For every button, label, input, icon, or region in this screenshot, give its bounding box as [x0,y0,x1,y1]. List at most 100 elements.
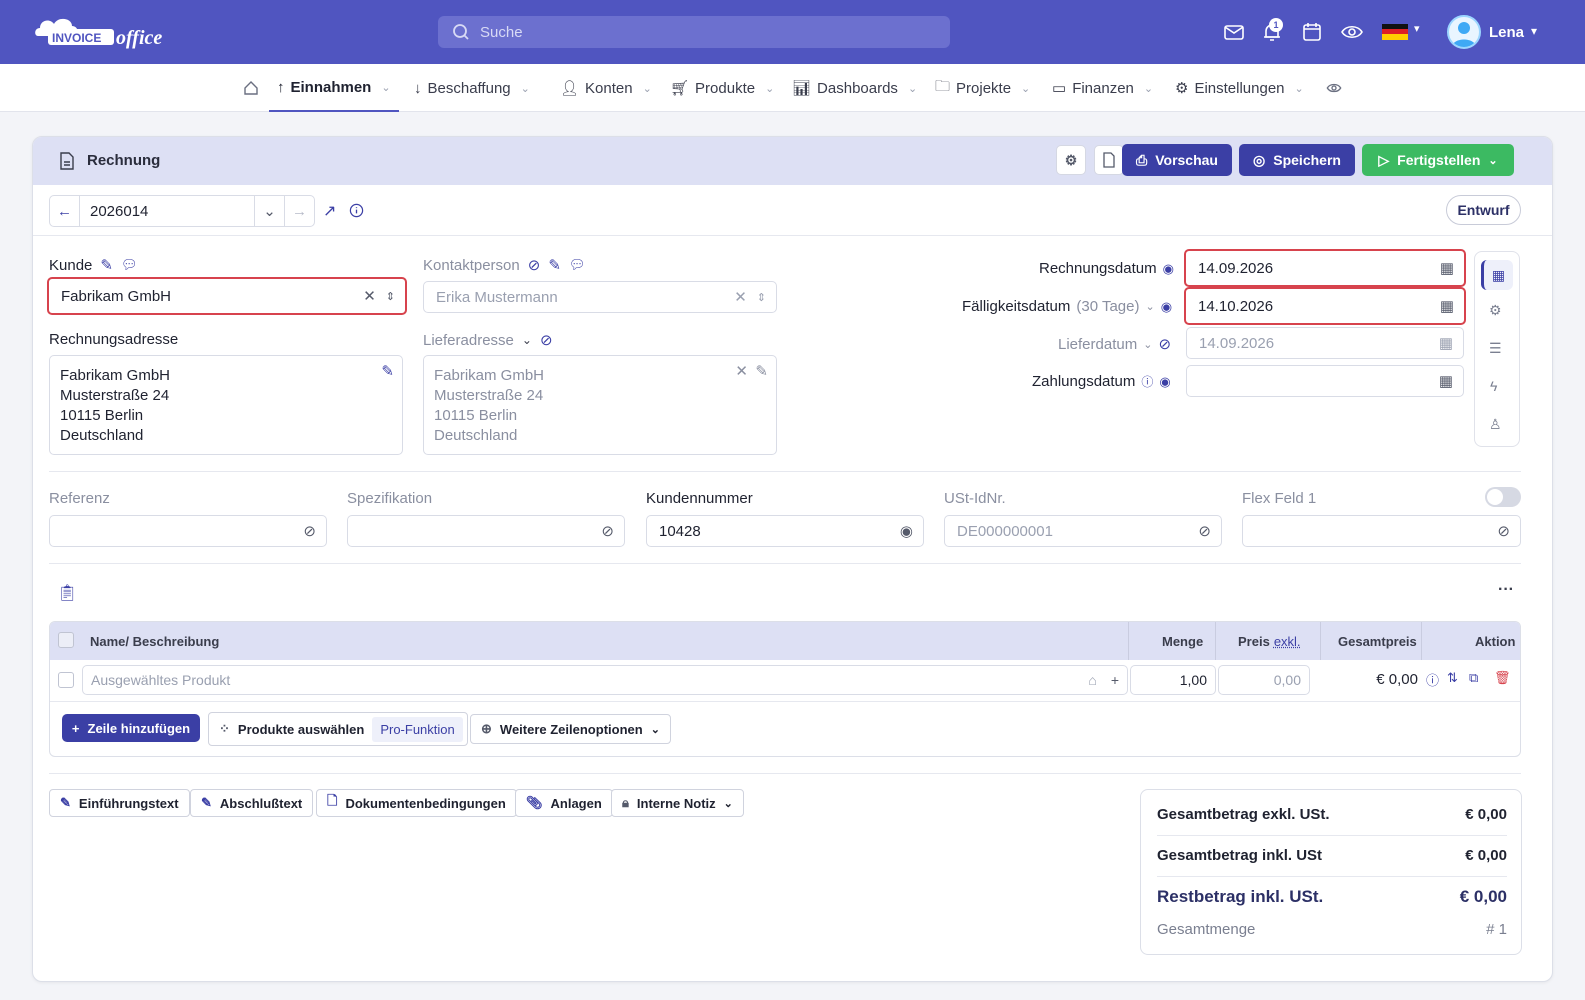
edit-icon[interactable]: ✎ [381,362,394,382]
eye-icon[interactable]: ◉ [1161,299,1172,315]
eye-off-icon[interactable]: ⊘ [601,522,614,540]
sort-icon[interactable]: ⇕ [757,291,766,304]
gear-icon[interactable]: ⚙︎ [1489,302,1502,319]
reference-input[interactable]: ⊘ [49,515,327,547]
sort-icon[interactable]: ⇕ [386,290,395,303]
user-name[interactable]: Lena [1489,24,1524,41]
more-options-icon[interactable]: ··· [1498,581,1514,599]
eye-icon[interactable]: ◉ [1159,374,1170,390]
calendar-icon[interactable]: ▦ [1440,297,1454,315]
info-icon[interactable]: ⓘ [1141,373,1153,390]
trash-icon[interactable]: 🗑︎ [1494,670,1511,686]
edit-icon[interactable]: ✎ [548,256,561,274]
german-flag-icon[interactable] [1382,24,1408,40]
eye-off-icon[interactable]: ⊘ [1497,522,1510,540]
calendar-icon[interactable]: ▦ [1439,334,1453,352]
clear-icon[interactable]: ✕ [363,287,376,305]
attachments-button[interactable]: 📎︎ Anlagen [515,789,613,817]
invoice-office-logo[interactable]: INVOICE office [32,14,177,50]
sliders-icon[interactable]: ☰ [1489,340,1502,357]
pdf-button[interactable] [1094,145,1124,175]
user-menu-chevron-down-icon[interactable]: ▾ [1531,24,1537,38]
finish-button[interactable]: ▷ Fertigstellen ⌄ [1362,144,1514,176]
customer-number-input[interactable]: 10428 ◉ [646,515,924,547]
nav-item-dashboards[interactable]: 📊︎ Dashboards ⌄ [792,64,917,112]
due-date-field[interactable]: 14.10.2026 ▦ [1184,287,1466,325]
comment-icon[interactable]: 💬︎ [569,257,586,273]
next-arrow-icon[interactable]: → [284,196,314,226]
search-input[interactable]: Suche [438,16,950,48]
person-icon[interactable]: ♙ [1489,416,1502,433]
eye-off-icon[interactable]: ⊘ [528,256,541,274]
status-badge[interactable]: Entwurf [1446,195,1521,225]
home-icon[interactable] [243,64,259,112]
nav-item-einnahmen[interactable]: ↑ Einnahmen ⌄ [269,64,399,112]
plus-icon[interactable]: + [1111,672,1119,688]
calendar-icon[interactable]: ▦ [1481,260,1513,290]
eye-off-icon[interactable]: ⊘ [303,522,316,540]
flex-field-input[interactable]: ⊘ [1242,515,1521,547]
billing-address[interactable]: Fabrikam GmbH Musterstraße 24 10115 Berl… [49,355,403,455]
info-icon[interactable]: ⓘ [1426,670,1439,689]
col-price-suffix[interactable]: exkl. [1274,634,1301,649]
product-input[interactable]: Ausgewähltes Produkt ⌂ + [82,665,1128,695]
clipboard-icon[interactable]: 📋︎ [57,583,77,603]
calendar-icon[interactable]: ▦ [1440,259,1454,277]
calendar-icon[interactable] [1300,20,1324,44]
closing-text-button[interactable]: ✎ Abschlußtext [190,789,314,817]
previous-arrow-icon[interactable]: ← [50,196,80,226]
customer-select[interactable]: Fabrikam GmbH ✕ ⇕ [47,277,407,315]
invoice-date-field[interactable]: 14.09.2026 ▦ [1184,249,1466,287]
edit-icon[interactable]: ✎ [100,256,113,274]
document-number[interactable]: 2026014 [80,203,254,220]
contact-select[interactable]: Erika Mustermann ✕ ⇕ [423,281,777,313]
copy-icon[interactable]: ⧉ [1469,670,1478,686]
quantity-input[interactable]: 1,00 [1130,665,1216,695]
eye-icon[interactable] [1340,20,1364,44]
info-icon[interactable] [349,203,364,218]
add-row-button[interactable]: + Zeile hinzufügen [62,714,200,742]
nav-item-produkte[interactable]: 🛒︎ Produkte ⌄ [670,64,774,112]
select-products-button[interactable]: ⁘ Produkte auswählen Pro-Funktion [208,712,468,746]
open-external-icon[interactable]: ↗ [323,201,336,221]
nav-item-finanzen[interactable]: ▭ Finanzen ⌄ [1052,64,1153,112]
chevron-down-icon[interactable]: ⌄ [1146,300,1155,313]
comment-icon[interactable]: 💬︎ [121,257,138,273]
tag-icon[interactable]: ⌂ [1088,672,1096,688]
nav-item-projekte[interactable]: 🗀 Projekte ⌄ [935,64,1030,112]
settings-button[interactable]: ⚙︎ [1056,145,1086,175]
save-button[interactable]: ◎ Speichern [1239,144,1355,176]
nav-item-einstellungen[interactable]: ⚙︎ Einstellungen ⌄ [1175,64,1304,112]
eye-off-icon[interactable]: ⊘ [540,331,553,349]
clear-icon[interactable]: ✕ [734,288,747,306]
clear-icon[interactable]: ✕ [735,362,748,382]
calendar-icon[interactable]: ▦ [1439,372,1453,390]
reorder-icon[interactable]: ⇅ [1447,670,1458,686]
edit-icon[interactable]: ✎ [755,362,768,382]
preview-button[interactable]: ⎙ Vorschau [1122,144,1232,176]
price-input[interactable]: 0,00 [1218,665,1310,695]
lightning-icon[interactable]: ϟ [1490,378,1497,394]
intro-text-button[interactable]: ✎ Einführungstext [49,789,190,817]
specification-input[interactable]: ⊘ [347,515,625,547]
vat-id-input[interactable]: DE000000001 ⊘ [944,515,1222,547]
row-checkbox[interactable] [58,672,74,688]
flex-field-toggle[interactable] [1485,487,1521,507]
select-all-checkbox[interactable] [58,632,74,648]
delivery-address[interactable]: Fabrikam GmbH Musterstraße 24 10115 Berl… [423,355,777,455]
nav-item-beschaffung[interactable]: ↓ Beschaffung ⌄ [414,64,530,112]
nav-item-konten[interactable]: 👤︎ Konten ⌄ [560,64,652,112]
chevron-down-icon[interactable]: ⌄ [522,333,532,347]
chevron-down-icon[interactable]: ⌄ [1143,338,1152,351]
chevron-down-icon[interactable]: ⌄ [254,196,284,226]
eye-off-icon[interactable]: ⊘ [1158,335,1171,353]
payment-date-field[interactable]: ▦ [1186,365,1464,397]
eye-icon[interactable]: ◉ [900,522,913,540]
eye-off-icon[interactable]: ⊘ [1198,522,1211,540]
mail-icon[interactable] [1222,20,1246,44]
internal-note-button[interactable]: 🔒︎ Interne Notiz ⌄ [611,789,744,817]
document-conditions-button[interactable]: 🗋 Dokumentenbedingungen [316,789,517,817]
delivery-date-field[interactable]: 14.09.2026 ▦ [1186,327,1464,359]
avatar[interactable] [1447,15,1481,49]
eye-icon[interactable]: ◉ [1163,261,1174,277]
